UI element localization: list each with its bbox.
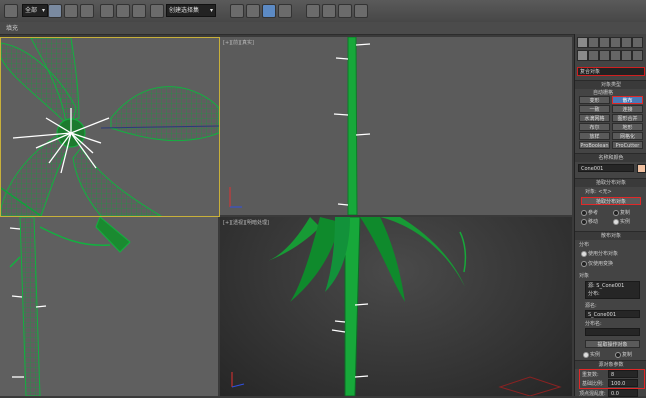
viewport-front-label[interactable]: [+][前][真实] <box>223 39 254 46</box>
viewport-perspective-label[interactable]: [+][透视][明暗处理] <box>223 219 269 226</box>
instance-radio[interactable] <box>613 219 619 225</box>
flower-perspective <box>231 217 562 396</box>
source-name-field[interactable]: S_Cone001 <box>585 310 640 318</box>
shapes-icon[interactable] <box>588 50 599 61</box>
reference-radio-label: 参考 <box>588 210 599 216</box>
copy-radio-label: 复制 <box>620 210 631 216</box>
object-color-swatch[interactable] <box>637 164 646 173</box>
move-icon[interactable] <box>100 4 114 18</box>
copy-radio[interactable] <box>613 210 619 216</box>
ribbon-label[interactable]: 填充 <box>6 23 18 32</box>
move-radio-label: 移动 <box>588 219 599 225</box>
main-toolbar: 全部 ▾ 创建选择集 ▾ <box>0 0 646 23</box>
objects-title: 对象 <box>579 273 590 279</box>
undo-icon[interactable] <box>4 4 18 18</box>
viewport-top-left[interactable] <box>0 37 220 217</box>
extract-copy-label: 复制 <box>622 352 633 358</box>
terrain-button[interactable]: 地形 <box>612 123 643 131</box>
select-by-name-icon[interactable] <box>64 4 78 18</box>
distribution-name-field[interactable] <box>585 328 640 336</box>
named-selection-dropdown[interactable]: 创建选择集 ▾ <box>166 4 216 17</box>
helpers-icon[interactable] <box>621 50 632 61</box>
pick-distribution-section[interactable]: 拾取分布对象 <box>575 178 646 187</box>
object-category-dropdown[interactable]: 复合对象 <box>577 67 645 76</box>
transforms-only-label: 仅使用变换 <box>588 261 614 267</box>
lights-icon[interactable] <box>599 50 610 61</box>
distribution-name-label: 分布名: <box>585 321 602 327</box>
mesher-button[interactable]: 网格化 <box>612 132 643 140</box>
scatter-objects-section[interactable]: 散布对象 <box>575 231 646 240</box>
select-icon[interactable] <box>48 4 62 18</box>
extract-operand-button[interactable]: 提取操作对象 <box>585 340 640 348</box>
ribbon-bar: 填充 <box>0 22 646 35</box>
selection-filter-value: 全部 <box>25 7 38 14</box>
procutter-button[interactable]: ProCutter <box>612 141 643 149</box>
viewport-perspective[interactable]: [+][透视][明暗处理] <box>220 217 572 396</box>
use-distribution-label: 使用分布对象 <box>588 251 619 257</box>
reference-radio[interactable] <box>581 210 587 216</box>
geometry-icon[interactable] <box>577 50 588 61</box>
flower-wireframe <box>1 38 219 216</box>
shapemerge-button[interactable]: 图形合并 <box>612 114 643 122</box>
object-list[interactable]: 源: S_Cone001 分布: <box>585 281 640 299</box>
duplicates-label: 重复数: <box>582 372 599 378</box>
material-editor-icon[interactable] <box>322 4 336 18</box>
blobmesh-button[interactable]: 水滴网格 <box>579 114 610 122</box>
named-selection-value: 创建选择集 <box>169 7 200 14</box>
transforms-only-radio[interactable] <box>581 261 587 267</box>
stem-front-view <box>229 37 371 215</box>
schematic-icon[interactable] <box>306 4 320 18</box>
spacewarps-icon[interactable] <box>632 50 643 61</box>
proboolean-button[interactable]: ProBoolean <box>579 141 610 149</box>
panel-subtabs <box>577 37 645 61</box>
extract-copy-radio[interactable] <box>615 352 621 358</box>
morph-button[interactable]: 变形 <box>579 96 610 104</box>
align-icon[interactable] <box>246 4 260 18</box>
extract-instance-radio[interactable] <box>583 352 589 358</box>
base-scale-field[interactable]: 100.0 <box>608 379 638 387</box>
connect-button[interactable]: 连接 <box>612 105 643 113</box>
selection-filter-dropdown[interactable]: 全部 ▾ <box>22 4 48 17</box>
object-category-value: 复合对象 <box>580 69 601 75</box>
source-params-section[interactable]: 源对象参数 <box>575 360 646 369</box>
mirror-icon[interactable] <box>230 4 244 18</box>
use-distribution-radio[interactable] <box>581 251 587 257</box>
source-name-label: 源名: <box>585 303 597 309</box>
extract-instance-label: 实例 <box>590 352 601 358</box>
distribution-title: 分布 <box>579 242 590 248</box>
object-type-section[interactable]: 对象类型 <box>575 80 646 89</box>
rotate-icon[interactable] <box>116 4 130 18</box>
rect-select-icon[interactable] <box>80 4 94 18</box>
viewport-bottom-left[interactable] <box>0 217 218 396</box>
loft-button[interactable]: 放样 <box>579 132 610 140</box>
object-list-item-source[interactable]: 源: S_Cone001 <box>588 282 639 290</box>
layer-icon[interactable] <box>262 4 276 18</box>
pick-object-label: 对象: <无> <box>585 189 612 195</box>
object-list-item-distribution[interactable]: 分布: <box>588 290 639 298</box>
base-scale-label: 基础比例: <box>582 381 604 387</box>
boolean-button[interactable]: 布尔 <box>579 123 610 131</box>
cameras-icon[interactable] <box>610 50 621 61</box>
autogrid-checkbox[interactable]: 自动栅格 <box>593 89 613 96</box>
object-name-field[interactable]: Cone001 <box>578 164 634 172</box>
move-radio[interactable] <box>581 219 587 225</box>
render-setup-icon[interactable] <box>338 4 352 18</box>
viewport-front[interactable]: [+][前][真实] <box>220 37 572 215</box>
stem-left-view <box>9 217 131 396</box>
command-panel: 复合对象 对象类型 自动栅格 变形 散布 一致 连接 水滴网格 图形合并 布尔 … <box>574 34 646 397</box>
render-icon[interactable] <box>354 4 368 18</box>
instance-radio-label: 实例 <box>620 219 631 225</box>
pick-distribution-button[interactable]: 拾取分布对象 <box>581 197 641 205</box>
scatter-button[interactable]: 散布 <box>612 96 643 104</box>
duplicates-field[interactable]: 8 <box>608 370 638 378</box>
scale-icon[interactable] <box>132 4 146 18</box>
conform-button[interactable]: 一致 <box>579 105 610 113</box>
percent-snap-icon[interactable] <box>150 4 164 18</box>
name-color-section[interactable]: 名称和颜色 <box>575 153 646 162</box>
curve-editor-icon[interactable] <box>278 4 292 18</box>
